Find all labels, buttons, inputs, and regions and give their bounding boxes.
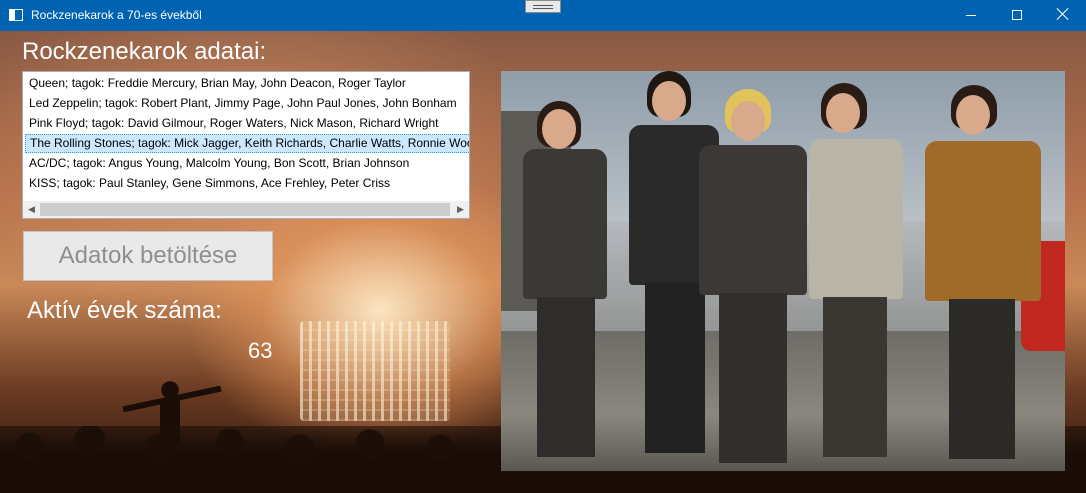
- close-icon: [1056, 7, 1070, 21]
- list-item[interactable]: The Rolling Stones; tagok: Mick Jagger, …: [25, 134, 469, 153]
- band-photo: [501, 71, 1065, 471]
- drag-handle-icon[interactable]: [525, 0, 561, 13]
- list-item[interactable]: Led Zeppelin; tagok: Robert Plant, Jimmy…: [25, 94, 457, 113]
- list-item[interactable]: Pink Floyd; tagok: David Gilmour, Roger …: [25, 114, 438, 133]
- maximize-icon: [1012, 10, 1022, 20]
- title-bar[interactable]: Rockzenekarok a 70-es évekből: [0, 0, 1086, 31]
- window-title: Rockzenekarok a 70-es évekből: [31, 8, 202, 22]
- scrollbar-thumb[interactable]: [40, 203, 450, 216]
- active-years-value: 63: [248, 338, 273, 363]
- chevron-right-icon[interactable]: ▶: [452, 201, 469, 218]
- chevron-left-icon[interactable]: ◀: [23, 201, 40, 218]
- list-item[interactable]: Queen; tagok: Freddie Mercury, Brian May…: [25, 74, 406, 93]
- bands-listbox[interactable]: Queen; tagok: Freddie Mercury, Brian May…: [22, 71, 470, 219]
- load-data-button[interactable]: Adatok betöltése: [23, 231, 273, 281]
- maximize-button[interactable]: [994, 0, 1040, 31]
- list-item[interactable]: KISS; tagok: Paul Stanley, Gene Simmons,…: [25, 174, 390, 193]
- minimize-icon: [966, 15, 976, 16]
- concert-background-lights: [300, 321, 450, 421]
- page-title: Rockzenekarok adatai:: [22, 38, 267, 65]
- active-years-label: Aktív évek száma:: [27, 297, 222, 324]
- horizontal-scrollbar[interactable]: ◀ ▶: [23, 201, 469, 218]
- window-app-icon: [9, 9, 23, 21]
- minimize-button[interactable]: [948, 0, 994, 31]
- close-button[interactable]: [1040, 0, 1086, 31]
- app-window: Rockzenekarok a 70-es évekből Rockzeneka…: [0, 0, 1086, 493]
- list-item[interactable]: AC/DC; tagok: Angus Young, Malcolm Young…: [25, 154, 409, 173]
